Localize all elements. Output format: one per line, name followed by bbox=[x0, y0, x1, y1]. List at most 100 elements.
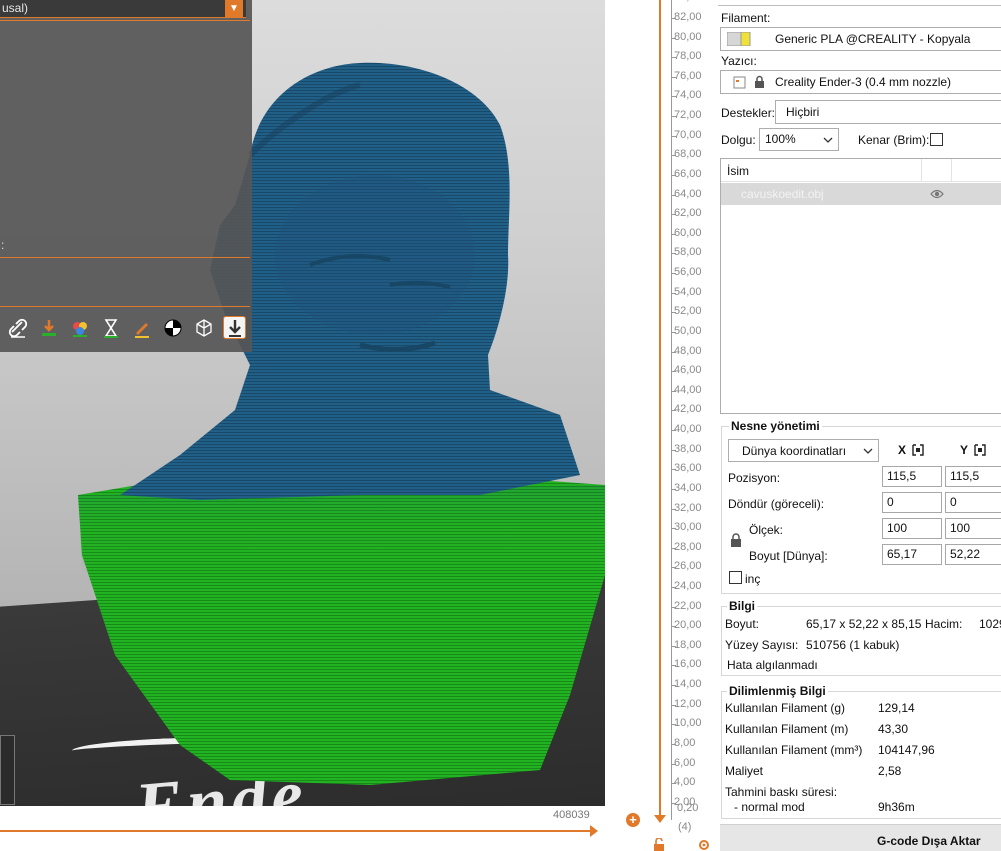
x-axis-header: X bbox=[898, 443, 907, 457]
supports-value: Hiçbiri bbox=[786, 105, 820, 119]
dropdown-arrow-icon[interactable]: ▼ bbox=[225, 0, 243, 17]
layer-tick-label: 22,00 bbox=[674, 599, 702, 612]
wireframe-tool[interactable] bbox=[192, 316, 215, 339]
layer-tick-label: 28,00 bbox=[674, 540, 702, 553]
inch-checkbox[interactable] bbox=[729, 571, 742, 584]
pause-print-tool[interactable] bbox=[99, 316, 122, 339]
info-volume-value: 1029 bbox=[979, 617, 1001, 631]
object-name: cavuskoedit.obj bbox=[741, 187, 824, 201]
overlay-divider bbox=[0, 257, 250, 258]
layer-tick-label: 18,00 bbox=[674, 638, 702, 651]
layer-tick-label: 10,00 bbox=[674, 717, 702, 730]
filament-value: Generic PLA @CREALITY - Kopyala bbox=[775, 32, 971, 46]
column-divider bbox=[951, 159, 952, 182]
export-gcode-button[interactable]: G-code Dışa Aktar bbox=[720, 824, 1001, 851]
layer-tick-label: 12,00 bbox=[674, 697, 702, 710]
pencil-icon bbox=[134, 322, 149, 338]
vertical-slider-track[interactable] bbox=[659, 0, 661, 818]
normal-mode-label: - normal mod bbox=[734, 800, 805, 814]
size-y-input[interactable]: 52,22 bbox=[945, 544, 1001, 565]
preset-dropdown[interactable]: usal) ▼ bbox=[0, 0, 246, 18]
supports-combo[interactable]: Hiçbiri bbox=[775, 100, 1001, 124]
sliced-row-value: 129,14 bbox=[878, 701, 915, 715]
coordinates-combo[interactable]: Dünya koordinatları bbox=[728, 439, 879, 462]
3d-viewport[interactable]: Ende usal) ▼: bbox=[0, 0, 605, 806]
uniform-scale-lock-icon[interactable] bbox=[730, 533, 742, 547]
horizontal-move-slider[interactable]: 408039 bbox=[0, 806, 605, 851]
layer-tick-label: 16,00 bbox=[674, 658, 702, 671]
layer-tick-label: 32,00 bbox=[674, 501, 702, 514]
info-volume-label: Hacim: bbox=[925, 617, 963, 631]
custom-gcode-tool[interactable] bbox=[130, 316, 153, 339]
infill-value: 100% bbox=[765, 132, 796, 146]
layer-tick-label: 6,00 bbox=[674, 756, 696, 769]
scale-x-input[interactable]: 100 bbox=[882, 518, 942, 539]
object-list[interactable]: İsim cavuskoedit.obj bbox=[720, 158, 1001, 414]
scale-y-input[interactable]: 100 bbox=[945, 518, 1001, 539]
scale-label: Ölçek: bbox=[749, 523, 784, 537]
printer-combo[interactable]: Creality Ender-3 (0.4 mm nozzle) bbox=[720, 70, 1001, 94]
supports-label: Destekler: bbox=[721, 106, 776, 120]
layer-tick-label: 8,00 bbox=[674, 736, 696, 749]
horizontal-slider-thumb[interactable] bbox=[590, 825, 598, 837]
printer-icon bbox=[733, 76, 746, 89]
sliced-row-label: Kullanılan Filament (g) bbox=[725, 701, 846, 715]
normal-mode-value: 9h36m bbox=[878, 800, 915, 814]
seam-tool[interactable] bbox=[6, 316, 29, 339]
layer-tick-label: 52,00 bbox=[674, 305, 702, 318]
overlay-divider bbox=[0, 20, 250, 21]
print-settings-combo-edge[interactable] bbox=[718, 0, 1001, 6]
info-errors: Hata algılanmadı bbox=[727, 658, 818, 672]
infill-label: Dolgu: bbox=[721, 133, 756, 147]
layer-tick-label: 74,00 bbox=[674, 89, 702, 102]
chevron-down-icon bbox=[863, 448, 873, 454]
layer-tick-label: 60,00 bbox=[674, 226, 702, 239]
rotate-x-input[interactable]: 0 bbox=[882, 492, 942, 513]
legend-tile[interactable] bbox=[0, 735, 15, 805]
info-size-label: Boyut: bbox=[725, 617, 760, 631]
layer-tick-label: 42,00 bbox=[674, 403, 702, 416]
sliced-row-label: Maliyet bbox=[725, 764, 764, 778]
drop-to-bed-icon[interactable] bbox=[911, 444, 925, 456]
list-item[interactable]: cavuskoedit.obj bbox=[721, 183, 1001, 205]
infill-combo[interactable]: 100% bbox=[759, 128, 839, 151]
filament-combo[interactable]: Generic PLA @CREALITY - Kopyala bbox=[720, 27, 1001, 51]
chain-link-icon bbox=[8, 318, 27, 338]
color-print-tool[interactable] bbox=[68, 316, 91, 339]
position-y-input[interactable]: 115,5 bbox=[945, 466, 1001, 487]
lock-icon[interactable] bbox=[653, 838, 665, 851]
layer-count-label: (4) bbox=[678, 821, 692, 833]
column-header-name: İsim bbox=[727, 164, 749, 178]
overlay-divider bbox=[0, 306, 250, 307]
size-x-input[interactable]: 65,17 bbox=[882, 544, 942, 565]
layer-tick-label: 38,00 bbox=[674, 442, 702, 455]
layer-tick-label: 66,00 bbox=[674, 167, 702, 180]
layer-tick-label: 40,00 bbox=[674, 423, 702, 436]
layer-tick-label: 44,00 bbox=[674, 383, 702, 396]
brim-checkbox[interactable] bbox=[930, 133, 943, 146]
layer-tick-label: 56,00 bbox=[674, 266, 702, 279]
shells-tool[interactable] bbox=[161, 316, 184, 339]
info-title: Bilgi bbox=[727, 599, 757, 613]
y-axis-header: Y bbox=[960, 443, 969, 457]
horizontal-slider-track[interactable] bbox=[0, 830, 592, 832]
printer-label: Yazıcı: bbox=[721, 54, 757, 68]
export-gcode-label: G-code Dışa Aktar bbox=[877, 834, 981, 848]
layer-tick-label: 24,00 bbox=[674, 579, 702, 592]
add-color-change-icon[interactable]: + bbox=[626, 813, 640, 827]
color-circles-icon bbox=[72, 321, 87, 337]
layer-tick-label: 30,00 bbox=[674, 521, 702, 534]
vertical-slider-thumb[interactable] bbox=[654, 815, 666, 823]
drop-to-bed-icon[interactable] bbox=[973, 444, 987, 456]
layer-tick-label: 48,00 bbox=[674, 344, 702, 357]
vertical-layer-slider[interactable]: 84,00 82,00 80,00 78,00 76,00 74,00 72,00 70,00… bbox=[605, 0, 718, 851]
position-x-input[interactable]: 115,5 bbox=[882, 466, 942, 487]
settings-sidebar: Filament: Generic PLA @CREALITY - Kopyal… bbox=[718, 0, 1001, 851]
eye-icon[interactable] bbox=[930, 188, 944, 200]
rotate-y-input[interactable]: 0 bbox=[945, 492, 1001, 513]
size-label: Boyut [Dünya]: bbox=[749, 549, 828, 563]
export-toolpaths-tool[interactable] bbox=[223, 316, 246, 339]
retraction-tool[interactable] bbox=[37, 316, 60, 339]
gear-icon[interactable] bbox=[697, 838, 711, 851]
info-facets-value: 510756 (1 kabuk) bbox=[806, 638, 900, 652]
